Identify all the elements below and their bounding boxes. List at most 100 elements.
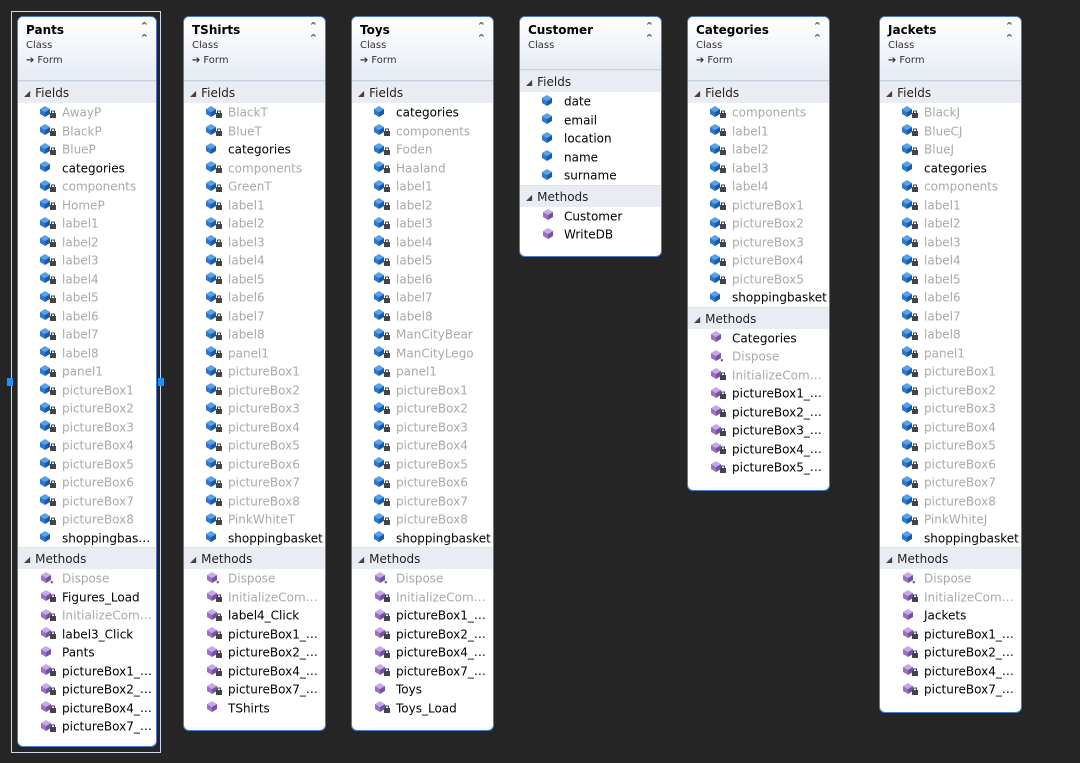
field-item[interactable]: pictureBox4 [184,418,325,437]
method-item[interactable]: pictureBox4_Cli... [352,643,493,662]
field-item[interactable]: ManCityLego [352,344,493,363]
field-item[interactable]: shoppingbasket [184,529,325,548]
field-item[interactable]: label4 [184,251,325,270]
triangle-down-icon[interactable]: ◢ [190,83,196,105]
field-item[interactable]: PinkWhiteT [184,510,325,529]
method-item[interactable]: Customer [520,207,661,226]
field-item[interactable]: label5 [352,251,493,270]
field-item[interactable]: label1 [352,177,493,196]
fields-section-header[interactable]: ◢ Fields [880,81,1021,103]
fields-section-header[interactable]: ◢ Fields [520,70,661,92]
triangle-down-icon[interactable]: ◢ [526,187,532,209]
field-item[interactable]: pictureBox1 [18,381,156,400]
field-item[interactable]: label3 [184,233,325,252]
fields-section-header[interactable]: ◢ Fields [352,81,493,103]
field-item[interactable]: pictureBox7 [18,492,156,511]
field-item[interactable]: pictureBox4 [880,418,1021,437]
field-item[interactable]: components [352,122,493,141]
field-item[interactable]: shoppingbasket [352,529,493,548]
class-header[interactable]: TShirts Class ➔ Form ⌃ ⌃ [184,17,325,81]
field-item[interactable]: pictureBox2 [688,214,829,233]
field-item[interactable]: label2 [688,140,829,159]
field-item[interactable]: shoppingbasket [688,288,829,307]
method-item[interactable]: Pants [18,643,156,662]
field-item[interactable]: label1 [184,196,325,215]
method-item[interactable]: pictureBox2_Cli... [18,680,156,699]
method-item[interactable]: pictureBox1_Cli... [18,662,156,681]
field-item[interactable]: BlueT [184,122,325,141]
method-item[interactable]: InitializeCompo... [880,588,1021,607]
field-item[interactable]: pictureBox3 [352,418,493,437]
methods-section-header[interactable]: ◢ Methods [520,184,661,209]
field-item[interactable]: label2 [184,214,325,233]
field-item[interactable]: pictureBox8 [184,492,325,511]
method-item[interactable]: pictureBox2_Cli... [184,643,325,662]
double-chevron-up-icon[interactable]: ⌃ ⌃ [813,21,822,45]
method-item[interactable]: pictureBox4_Cli... [18,699,156,718]
field-item[interactable]: AwayP [18,103,156,122]
field-item[interactable]: date [520,92,661,111]
field-item[interactable]: label4 [688,177,829,196]
triangle-down-icon[interactable]: ◢ [24,83,30,105]
triangle-down-icon[interactable]: ◢ [694,83,700,105]
field-item[interactable]: pictureBox7 [352,492,493,511]
field-item[interactable]: label6 [880,288,1021,307]
method-item[interactable]: Categories [688,329,829,348]
field-item[interactable]: pictureBox7 [184,473,325,492]
double-chevron-up-icon[interactable]: ⌃ ⌃ [645,21,654,45]
field-item[interactable]: label3 [18,251,156,270]
method-item[interactable]: InitializeCompo... [352,588,493,607]
field-item[interactable]: label2 [880,214,1021,233]
field-item[interactable]: label6 [352,270,493,289]
field-item[interactable]: pictureBox3 [18,418,156,437]
method-item[interactable]: pictureBox1_Cli... [184,625,325,644]
field-item[interactable]: label6 [18,307,156,326]
triangle-down-icon[interactable]: ◢ [24,549,30,571]
method-item[interactable]: Toys_Load [352,699,493,718]
field-item[interactable]: label2 [352,196,493,215]
field-item[interactable]: BlackP [18,122,156,141]
field-item[interactable]: pictureBox5 [688,270,829,289]
field-item[interactable]: pictureBox4 [688,251,829,270]
method-item[interactable]: ⋆ Dispose [18,569,156,588]
field-item[interactable]: pictureBox2 [352,399,493,418]
double-chevron-up-icon[interactable]: ⌃ ⌃ [1005,21,1014,45]
field-item[interactable]: Foden [352,140,493,159]
class-shape-jackets[interactable]: Jackets Class ➔ Form ⌃ ⌃ ◢ Fields BlackJ Blu… [879,16,1022,713]
method-item[interactable]: ⋆ Dispose [688,347,829,366]
field-item[interactable]: label1 [18,214,156,233]
field-item[interactable]: pictureBox2 [184,381,325,400]
method-item[interactable]: pictureBox2_Cli... [880,643,1021,662]
class-shape-toys[interactable]: Toys Class ➔ Form ⌃ ⌃ ◢ Fields categories co… [351,16,494,731]
methods-section-header[interactable]: ◢ Methods [184,547,325,569]
field-item[interactable]: Haaland [352,159,493,178]
field-item[interactable]: shoppingbasket [880,529,1021,548]
field-item[interactable]: label6 [184,288,325,307]
field-item[interactable]: ManCityBear [352,325,493,344]
method-item[interactable]: InitializeCompo... [18,606,156,625]
methods-section-header[interactable]: ◢ Methods [352,547,493,569]
field-item[interactable]: BlueCJ [880,122,1021,141]
class-shape-categories[interactable]: Categories Class ➔ Form ⌃ ⌃ ◢ Fields compon… [687,16,830,491]
field-item[interactable]: label8 [184,325,325,344]
field-item[interactable]: BlueJ [880,140,1021,159]
class-header[interactable]: Customer Class ⌃ ⌃ [520,17,661,70]
resize-handle-left[interactable] [7,378,13,386]
field-item[interactable]: label5 [184,270,325,289]
field-item[interactable]: surname [520,166,661,185]
class-shape-tshirts[interactable]: TShirts Class ➔ Form ⌃ ⌃ ◢ Fields BlackT Blu… [183,16,326,731]
method-item[interactable]: pictureBox7_Cli... [184,680,325,699]
resize-handle-right[interactable] [158,378,164,386]
field-item[interactable]: label8 [18,344,156,363]
method-item[interactable]: Toys [352,680,493,699]
triangle-down-icon[interactable]: ◢ [190,549,196,571]
field-item[interactable]: label8 [352,307,493,326]
method-item[interactable]: pictureBox1_Cli... [352,606,493,625]
field-item[interactable]: label4 [352,233,493,252]
field-item[interactable]: pictureBox4 [352,436,493,455]
method-item[interactable]: InitializeCompo... [184,588,325,607]
field-item[interactable]: pictureBox2 [880,381,1021,400]
field-item[interactable]: pictureBox3 [880,399,1021,418]
field-item[interactable]: label7 [352,288,493,307]
fields-section-header[interactable]: ◢ Fields [688,81,829,103]
